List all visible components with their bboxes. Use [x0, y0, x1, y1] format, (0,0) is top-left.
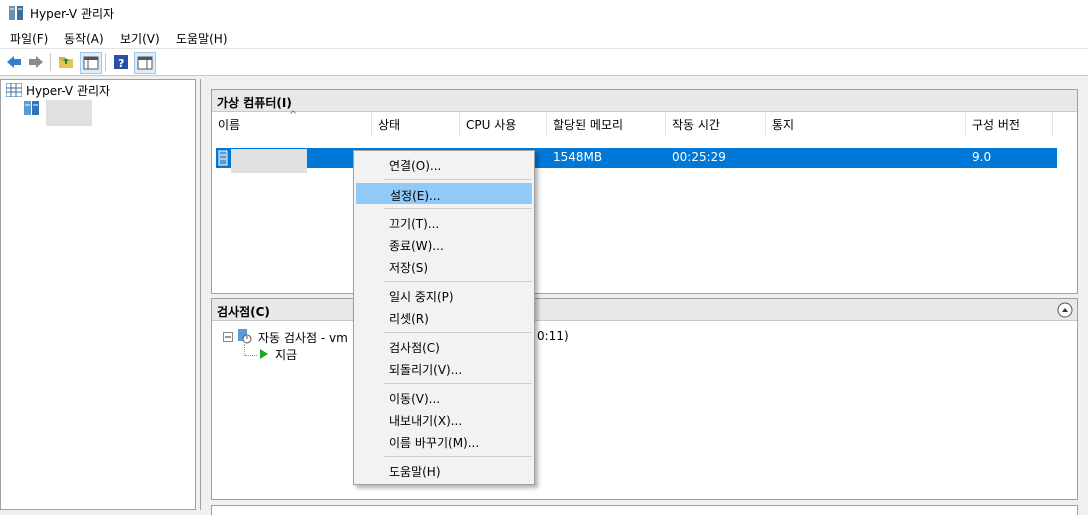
menu-separator	[384, 456, 532, 457]
menu-item-revert[interactable]: 되돌리기(V)...	[356, 358, 532, 379]
back-arrow-icon[interactable]	[4, 52, 24, 72]
toolbar: ?	[0, 49, 1088, 76]
title-bar: Hyper-V 관리자	[0, 0, 1088, 26]
details-pane: 가상 컴퓨터(I) 이름 ^ 상태 CPU 사용 할당된 메모리 작동 시간 통…	[200, 79, 1088, 515]
menu-help[interactable]: 도움말(H)	[174, 30, 230, 47]
toolbar-separator	[105, 53, 106, 71]
sort-asc-icon: ^	[289, 110, 298, 121]
menu-item-export[interactable]: 내보내기(X)...	[356, 409, 532, 430]
action-pane-icon[interactable]	[134, 52, 156, 74]
checkpoint-item-label[interactable]: 자동 검사점 - vm	[258, 329, 348, 346]
tree-root-label[interactable]: Hyper-V 관리자	[26, 82, 110, 99]
checkpoint-panel-header: 검사점(C)	[212, 299, 1077, 321]
folder-up-icon[interactable]	[56, 52, 76, 72]
vm-icon	[218, 150, 228, 169]
column-name[interactable]: 이름 ^	[212, 110, 372, 135]
virtual-machines-panel: 가상 컴퓨터(I) 이름 ^ 상태 CPU 사용 할당된 메모리 작동 시간 통…	[211, 89, 1078, 294]
help-icon[interactable]: ?	[111, 52, 131, 72]
console-tree: Hyper-V 관리자	[0, 79, 196, 510]
column-state[interactable]: 상태	[372, 112, 460, 135]
menu-item-save[interactable]: 저장(S)	[356, 256, 532, 277]
details-panel-edge	[211, 505, 1078, 515]
menu-item-move[interactable]: 이동(V)...	[356, 387, 532, 408]
menu-item-help[interactable]: 도움말(H)	[356, 460, 532, 481]
vm-name-redacted	[231, 149, 307, 173]
menu-view[interactable]: 보기(V)	[118, 30, 162, 47]
column-notice[interactable]: 통지	[766, 112, 966, 135]
forward-arrow-icon[interactable]	[26, 52, 46, 72]
column-cpu[interactable]: CPU 사용	[460, 112, 547, 135]
vm-config-version: 9.0	[972, 150, 992, 164]
checkpoints-panel: 검사점(C) 자동 검사점 - vm 0:11) 지금	[211, 298, 1078, 500]
menu-separator	[384, 281, 532, 282]
menu-item-settings[interactable]: 설정(E)...	[356, 183, 532, 204]
server-icon	[24, 101, 40, 118]
now-label[interactable]: 지금	[275, 346, 297, 363]
menu-item-pause[interactable]: 일시 중지(P)	[356, 285, 532, 306]
svg-text:?: ?	[118, 57, 124, 70]
hyperv-manager-icon	[5, 82, 23, 100]
menu-separator	[384, 332, 532, 333]
checkpoint-item-suffix: 0:11)	[537, 329, 569, 343]
window-title: Hyper-V 관리자	[30, 7, 115, 21]
tree-line	[245, 355, 257, 357]
column-memory[interactable]: 할당된 메모리	[547, 112, 666, 135]
vm-panel-header: 가상 컴퓨터(I)	[212, 90, 1077, 112]
column-config-version[interactable]: 구성 버전	[966, 112, 1053, 135]
menu-item-rename[interactable]: 이름 바꾸기(M)...	[356, 431, 532, 452]
menu-separator	[384, 179, 532, 180]
toolbar-separator	[50, 53, 51, 71]
menu-item-connect[interactable]: 연결(O)...	[356, 154, 532, 175]
menu-item-checkpoint[interactable]: 검사점(C)	[356, 336, 532, 357]
menu-item-shutdown[interactable]: 종료(W)...	[356, 234, 532, 255]
collapse-up-icon[interactable]	[1057, 302, 1073, 321]
context-menu: 연결(O)... 설정(E)... 끄기(T)... 종료(W)... 저장(S…	[353, 150, 535, 485]
console-tree-icon[interactable]	[80, 52, 102, 74]
menu-item-reset[interactable]: 리셋(R)	[356, 307, 532, 328]
menu-separator	[384, 208, 532, 209]
menu-separator	[384, 383, 532, 384]
vm-uptime: 00:25:29	[672, 150, 726, 164]
menu-bar: 파일(F) 동작(A) 보기(V) 도움말(H)	[0, 26, 1088, 49]
server-name-redacted[interactable]	[46, 100, 92, 126]
menu-item-turn-off[interactable]: 끄기(T)...	[356, 212, 532, 233]
tree-expand-minus-icon[interactable]	[223, 331, 233, 345]
play-now-icon	[259, 348, 269, 363]
vm-memory: 1548MB	[553, 150, 603, 164]
menu-action[interactable]: 동작(A)	[62, 30, 106, 47]
hyperv-app-icon	[8, 5, 24, 21]
column-uptime[interactable]: 작동 시간	[666, 112, 766, 135]
menu-file[interactable]: 파일(F)	[8, 30, 50, 47]
vm-row-selected[interactable]: 실행 중 1% 1548MB 00:25:29 9.0	[216, 148, 1057, 173]
column-name-label: 이름	[218, 118, 241, 132]
